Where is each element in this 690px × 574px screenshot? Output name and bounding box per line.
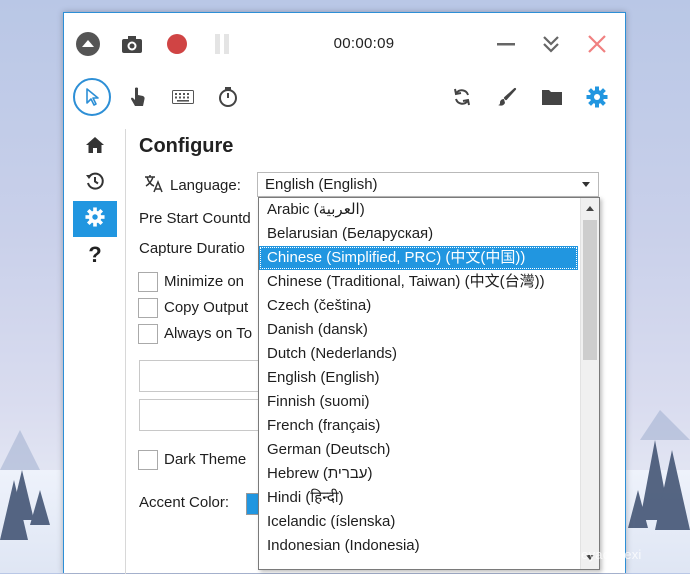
language-option[interactable]: French (français) [259,414,578,438]
language-select-value: English (English) [265,176,378,193]
refresh-icon[interactable] [448,83,476,111]
chevron-down-icon [582,182,590,187]
accent-color-label: Accent Color: [139,494,230,511]
language-option[interactable]: Icelandic (íslenska) [259,510,578,534]
language-label: Language: [170,176,241,194]
language-dropdown-list: Arabic (العربية) Belarusian (Беларуская) C… [258,197,600,570]
dark-theme-checkbox[interactable] [138,450,158,470]
translate-icon [144,173,164,197]
hand-pointer-icon[interactable] [124,83,152,111]
gear-icon[interactable] [583,83,611,111]
language-option[interactable]: Czech (čeština) [259,294,578,318]
language-option[interactable]: Chinese (Simplified, PRC) (中文(中国)) [259,246,578,270]
folder-icon[interactable] [538,83,566,111]
sidebar-item-history[interactable] [73,165,117,201]
language-option[interactable]: Chinese (Traditional, Taiwan) (中文(台灣)) [259,270,578,294]
ffmpeg-path-field[interactable] [139,399,259,431]
cursor-icon[interactable] [78,83,106,111]
home-icon [85,136,105,158]
watermark-text: https://blog.csdn.net/xiaoxueyaoxuexi [418,547,642,562]
capture-duration-label: Capture Duratio [139,240,245,257]
scroll-up-button[interactable] [581,198,599,218]
scroll-thumb[interactable] [583,220,597,360]
language-option[interactable]: German (Deutsch) [259,438,578,462]
minimize-icon[interactable] [492,30,520,58]
brush-icon[interactable] [493,83,521,111]
language-option[interactable]: Belarusian (Беларуская) [259,222,578,246]
page-title: Configure [139,135,234,157]
output-folder-field[interactable] [139,360,259,392]
arrow-up-icon [586,205,594,211]
pause-icon[interactable] [208,30,236,58]
expand-up-icon[interactable] [74,30,102,58]
language-option[interactable]: Dutch (Nederlands) [259,342,578,366]
timer-display: 00:00:09 [333,34,395,52]
pre-start-countdown-label: Pre Start Countd [139,210,251,227]
gear-icon [85,207,105,231]
app-window: 00:00:09 ? Configure Language: English (… [63,12,626,574]
language-option[interactable]: English (English) [259,366,578,390]
sidebar-divider [125,129,126,574]
record-icon[interactable] [163,30,191,58]
minimize-label: Minimize on [164,273,245,290]
always-on-top-label: Always on To [164,325,253,342]
language-option[interactable]: Arabic (العربية) [259,198,578,222]
close-icon[interactable] [583,30,611,58]
language-option[interactable]: Hebrew (עברית) [259,462,578,486]
language-option[interactable]: Danish (dansk) [259,318,578,342]
minimize-checkbox[interactable] [138,272,158,292]
history-icon [85,171,105,195]
sidebar-item-home[interactable] [73,129,117,165]
language-row: Language: [144,174,241,196]
keyboard-icon[interactable] [169,83,197,111]
help-icon: ? [88,242,102,267]
language-option[interactable]: Finnish (suomi) [259,390,578,414]
language-option[interactable]: Hindi (हिन्दी) [259,486,578,510]
sidebar-item-help[interactable]: ? [73,237,117,273]
always-on-top-checkbox[interactable] [138,324,158,344]
dropdown-scrollbar[interactable] [580,198,599,569]
dark-theme-label: Dark Theme [164,451,247,468]
camera-icon[interactable] [118,30,146,58]
stopwatch-icon[interactable] [214,83,242,111]
language-select[interactable]: English (English) [257,172,599,197]
sidebar-item-settings[interactable] [73,201,117,237]
collapse-down-icon[interactable] [537,30,565,58]
copy-output-checkbox[interactable] [138,298,158,318]
copy-output-label: Copy Output [164,299,249,316]
